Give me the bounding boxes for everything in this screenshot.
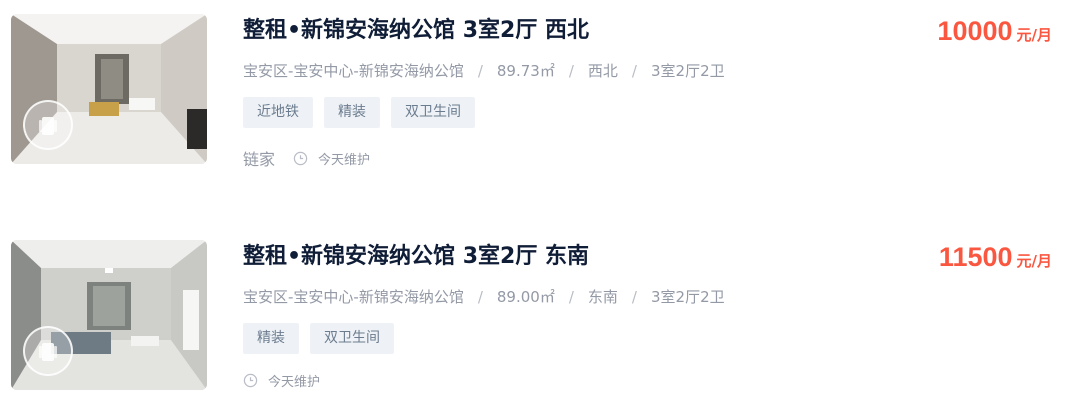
meta-separator: /	[568, 62, 574, 80]
listing-tag: 精装	[243, 323, 299, 354]
agency-brand: 链家	[243, 150, 276, 169]
listing-tag: 双卫生间	[391, 97, 475, 128]
listing-meta: 宝安区-宝安中心-新锦安海纳公馆 / 89.00㎡ / 东南 / 3室2厅2卫	[243, 286, 725, 308]
listing-title[interactable]: 整租•新锦安海纳公馆 3室2厅 东南	[243, 242, 589, 272]
listing-card: 整租•新锦安海纳公馆 3室2厅 东南 宝安区-宝安中心-新锦安海纳公馆 / 89.0…	[0, 240, 1080, 390]
listing-footer: 今天维护	[243, 371, 320, 390]
listing-tag: 双卫生间	[310, 323, 394, 354]
price-value: 10000	[937, 16, 1013, 46]
listing-orientation: 西北	[587, 62, 618, 80]
vr-tour-icon[interactable]	[23, 100, 73, 150]
listing-tags: 精装 双卫生间	[243, 323, 394, 354]
listing-area: 89.73㎡	[496, 62, 555, 80]
vr-tour-icon[interactable]	[23, 326, 73, 376]
maintenance-status: 今天维护	[318, 152, 371, 168]
listing-card: 整租•新锦安海纳公馆 3室2厅 西北 宝安区-宝安中心-新锦安海纳公馆 / 89.7…	[0, 14, 1080, 169]
price-unit: 元/月	[1016, 26, 1052, 44]
listing-meta: 宝安区-宝安中心-新锦安海纳公馆 / 89.73㎡ / 西北 / 3室2厅2卫	[243, 60, 725, 82]
listing-location[interactable]: 宝安区-宝安中心-新锦安海纳公馆	[243, 288, 464, 306]
listing-title[interactable]: 整租•新锦安海纳公馆 3室2厅 西北	[243, 16, 589, 46]
listing-tag: 近地铁	[243, 97, 313, 128]
maintenance-status: 今天维护	[268, 375, 321, 390]
meta-separator: /	[631, 62, 637, 80]
listing-layout: 3室2厅2卫	[650, 288, 725, 306]
listing-layout: 3室2厅2卫	[650, 62, 725, 80]
listing-tags: 近地铁 精装 双卫生间	[243, 97, 475, 128]
meta-separator: /	[477, 62, 483, 80]
listing-photo[interactable]	[11, 14, 207, 164]
price-unit: 元/月	[1016, 252, 1052, 270]
listing-price: 11500 元/月	[939, 242, 1052, 273]
listing-footer: 链家 今天维护	[243, 146, 370, 170]
clock-icon	[243, 373, 258, 388]
listing-price: 10000 元/月	[937, 16, 1052, 47]
meta-separator: /	[568, 288, 574, 306]
listing-orientation: 东南	[587, 288, 618, 306]
clock-icon	[293, 151, 308, 165]
listing-area: 89.00㎡	[496, 288, 555, 306]
listing-photo[interactable]	[11, 240, 207, 390]
price-value: 11500	[938, 242, 1013, 272]
meta-separator: /	[631, 288, 637, 306]
meta-separator: /	[477, 288, 483, 306]
listing-location[interactable]: 宝安区-宝安中心-新锦安海纳公馆	[243, 62, 464, 80]
listing-tag: 精装	[324, 97, 380, 128]
